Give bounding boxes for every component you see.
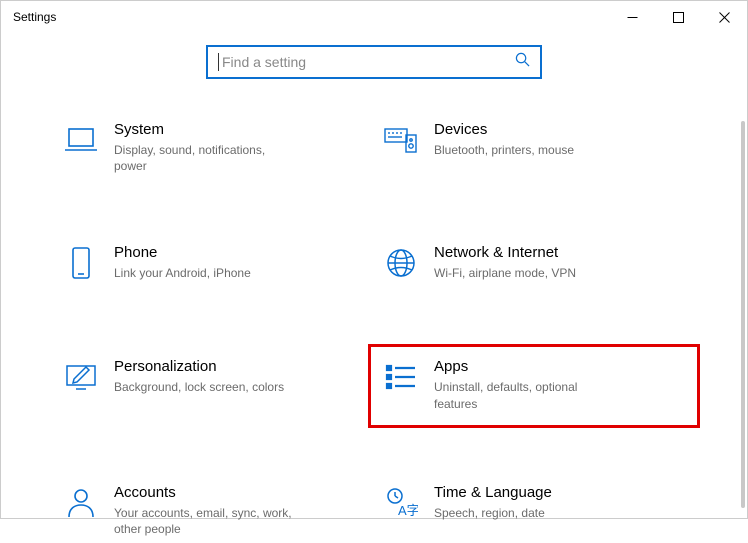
minimize-button[interactable] <box>609 1 655 33</box>
phone-icon <box>64 246 98 280</box>
category-apps[interactable]: Apps Uninstall, defaults, optional featu… <box>368 344 700 427</box>
window-controls <box>609 1 747 33</box>
apps-list-icon <box>384 360 418 394</box>
category-title: Accounts <box>114 484 294 501</box>
category-desc: Display, sound, notifications, power <box>114 142 294 174</box>
category-title: Devices <box>434 121 574 138</box>
search-container <box>1 45 747 79</box>
category-system[interactable]: System Display, sound, notifications, po… <box>54 115 374 180</box>
window-title: Settings <box>13 10 56 24</box>
category-network[interactable]: Network & Internet Wi-Fi, airplane mode,… <box>374 238 694 294</box>
search-box[interactable] <box>206 45 542 79</box>
category-personalization[interactable]: Personalization Background, lock screen,… <box>54 352 374 419</box>
search-icon <box>515 52 530 72</box>
category-time-language[interactable]: A字 Time & Language Speech, region, date <box>374 478 694 543</box>
category-desc: Link your Android, iPhone <box>114 265 251 281</box>
category-title: System <box>114 121 294 138</box>
content-area: System Display, sound, notifications, po… <box>1 33 747 543</box>
category-devices[interactable]: Devices Bluetooth, printers, mouse <box>374 115 694 180</box>
laptop-icon <box>64 123 98 157</box>
category-title: Phone <box>114 244 251 261</box>
globe-icon <box>384 246 418 280</box>
close-button[interactable] <box>701 1 747 33</box>
category-desc: Bluetooth, printers, mouse <box>434 142 574 158</box>
person-icon <box>64 486 98 520</box>
titlebar: Settings <box>1 1 747 33</box>
svg-text:A字: A字 <box>398 503 418 518</box>
category-title: Time & Language <box>434 484 552 501</box>
category-title: Network & Internet <box>434 244 576 261</box>
text-caret <box>218 53 219 71</box>
category-desc: Background, lock screen, colors <box>114 379 284 395</box>
category-desc: Wi-Fi, airplane mode, VPN <box>434 265 576 281</box>
vertical-scrollbar[interactable] <box>741 121 745 508</box>
category-title: Apps <box>434 358 614 375</box>
category-desc: Uninstall, defaults, optional features <box>434 379 614 411</box>
category-accounts[interactable]: Accounts Your accounts, email, sync, wor… <box>54 478 374 543</box>
time-language-icon: A字 <box>384 486 418 520</box>
category-title: Personalization <box>114 358 284 375</box>
category-phone[interactable]: Phone Link your Android, iPhone <box>54 238 374 294</box>
category-desc: Your accounts, email, sync, work, other … <box>114 505 294 537</box>
categories-grid: System Display, sound, notifications, po… <box>24 115 724 543</box>
search-input[interactable] <box>218 54 530 70</box>
maximize-button[interactable] <box>655 1 701 33</box>
keyboard-speaker-icon <box>384 123 418 157</box>
pen-monitor-icon <box>64 360 98 394</box>
